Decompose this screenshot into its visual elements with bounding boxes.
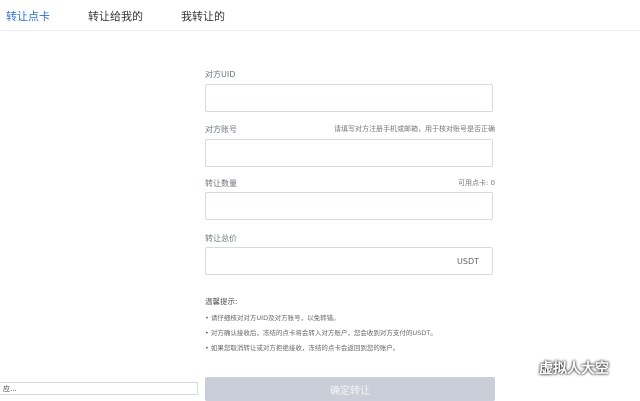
account-input[interactable]: [205, 139, 493, 167]
account-hint: 请填写对方注册手机或邮箱，用于核对账号是否正确: [334, 125, 495, 133]
price-unit: USDT: [457, 257, 479, 266]
quantity-label-text: 转让数量: [205, 179, 237, 188]
uid-label: 对方UID: [205, 69, 495, 79]
watermark-text: 虚拟人大空: [539, 361, 609, 377]
tip-item: • 请仔细核对对方UID及对方账号，以免转错。: [205, 314, 340, 322]
price-input[interactable]: [205, 247, 493, 275]
tab-transfer-card[interactable]: 转让点卡: [6, 8, 50, 24]
quantity-input[interactable]: [205, 192, 493, 220]
uid-input[interactable]: [205, 84, 493, 112]
account-label-text: 对方账号: [205, 125, 237, 134]
confirm-transfer-button[interactable]: 确定转让: [205, 377, 495, 401]
tab-my-transfers[interactable]: 我转让的: [181, 8, 225, 24]
account-label: 对方账号 请填写对方注册手机或邮箱，用于核对账号是否正确: [205, 124, 495, 134]
wechat-icon: [513, 360, 533, 376]
tip-item: • 对方确认接收后，冻结的点卡将会转入对方账户，您会收到对方支付的USDT。: [205, 329, 437, 337]
tips-title: 温馨提示:: [205, 297, 238, 306]
bottom-input[interactable]: [0, 382, 198, 395]
uid-label-text: 对方UID: [205, 70, 236, 79]
quantity-label: 转让数量 可用点卡: 0: [205, 178, 495, 188]
tab-bar: 转让点卡 转让给我的 我转让的: [0, 0, 640, 31]
tab-transferred-to-me[interactable]: 转让给我的: [88, 8, 143, 24]
tip-item: • 如果您取消转让或对方拒绝接收，冻结的点卡会返回到您的账户。: [205, 344, 400, 352]
available-cards: 可用点卡: 0: [457, 179, 495, 187]
price-label-text: 转让总价: [205, 234, 237, 243]
tips-box: 温馨提示: • 请仔细核对对方UID及对方账号，以免转错。 • 对方确认接收后，…: [205, 296, 505, 357]
watermark: 虚拟人大空: [513, 357, 609, 379]
price-label: 转让总价: [205, 233, 495, 243]
